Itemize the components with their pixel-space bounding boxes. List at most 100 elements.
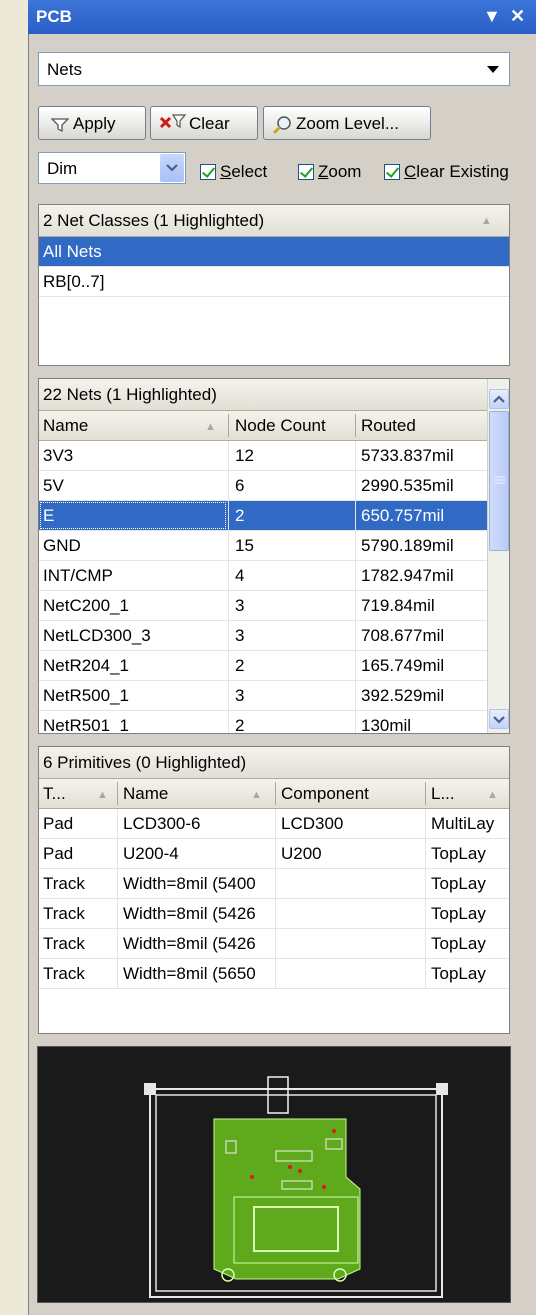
zoom-level-button[interactable]: Zoom Level... (263, 106, 431, 140)
table-row[interactable]: Track Width=8mil (5426 TopLay (39, 899, 509, 929)
table-row[interactable]: Track Width=8mil (5426 TopLay (39, 929, 509, 959)
column-component[interactable]: Component (281, 784, 369, 804)
mode-select-value: Nets (47, 60, 82, 79)
net-class-item[interactable]: RB[0..7] (39, 267, 509, 297)
net-class-label: All Nets (43, 242, 102, 261)
nets-column-header: Name ▲ Node Count Routed (39, 411, 487, 441)
select-checkbox-box[interactable] (200, 164, 216, 180)
table-row[interactable]: Track Width=8mil (5400 TopLay (39, 869, 509, 899)
primitives-table: 6 Primitives (0 Highlighted) T... ▲ Name… (38, 746, 510, 1034)
layer-cell: TopLay (431, 904, 486, 923)
nets-body: 3V3 12 5733.837mil 5V 6 2990.535mil E 2 650.757m… (39, 441, 487, 734)
net-name-cell: NetR500_1 (43, 686, 130, 705)
type-cell: Pad (43, 814, 74, 833)
zoom-checkbox-box[interactable] (298, 164, 314, 180)
node-count-cell: 3 (235, 596, 245, 615)
pcb-board-image (144, 1076, 448, 1298)
table-row[interactable]: NetR501_1 2 130mil (39, 711, 487, 734)
apply-button[interactable]: Apply (38, 106, 146, 140)
net-classes-header-text: 2 Net Classes (1 Highlighted) (43, 211, 265, 230)
node-count-cell: 15 (235, 536, 254, 555)
routed-cell: 650.757mil (361, 506, 445, 525)
column-node-count[interactable]: Node Count (235, 416, 326, 436)
primitive-name-cell: Width=8mil (5650 (123, 964, 256, 983)
nets-scrollbar[interactable] (487, 379, 509, 733)
type-cell: Track (43, 964, 85, 983)
column-routed[interactable]: Routed (361, 416, 416, 436)
primitive-name-cell: Width=8mil (5426 (123, 934, 256, 953)
table-row[interactable]: 3V3 12 5733.837mil (39, 441, 487, 471)
primitives-column-header: T... ▲ Name ▲ Component L... ▲ (39, 779, 509, 809)
scroll-up-button[interactable] (489, 389, 509, 409)
mask-mode-select[interactable]: Dim (38, 152, 186, 184)
primitives-header-text: 6 Primitives (0 Highlighted) (43, 753, 247, 772)
primitive-name-cell: Width=8mil (5400 (123, 874, 256, 893)
zoom-level-label: Zoom Level... (296, 114, 399, 133)
clear-existing-checkbox-label: Clear Existing (404, 162, 509, 181)
primitive-name-cell: Width=8mil (5426 (123, 904, 256, 923)
routed-cell: 392.529mil (361, 686, 445, 705)
table-row[interactable]: Pad LCD300-6 LCD300 MultiLay (39, 809, 509, 839)
table-row[interactable]: NetR500_1 3 392.529mil (39, 681, 487, 711)
table-row[interactable]: 5V 6 2990.535mil (39, 471, 487, 501)
net-name-cell: NetC200_1 (43, 596, 130, 615)
node-count-cell: 4 (235, 566, 245, 585)
nets-header-text: 22 Nets (1 Highlighted) (43, 385, 217, 404)
net-name-cell: 5V (43, 476, 64, 495)
clear-button[interactable]: Clear (150, 106, 258, 140)
net-class-label: RB[0..7] (43, 272, 105, 291)
layer-cell: TopLay (431, 874, 486, 893)
clear-filter-icon (159, 114, 187, 129)
component-cell: U200 (281, 844, 322, 863)
panel-menu-icon[interactable]: ▼ (483, 5, 501, 27)
table-row[interactable]: Track Width=8mil (5650 TopLay (39, 959, 509, 989)
mode-select[interactable]: Nets (38, 52, 510, 86)
clear-label: Clear (189, 114, 230, 133)
net-name-cell: 3V3 (43, 446, 74, 465)
sort-icon: ▲ (487, 789, 498, 801)
sort-icon: ▲ (251, 789, 262, 801)
sort-icon: ▲ (97, 789, 108, 801)
chevron-down-icon (166, 164, 178, 172)
routed-cell: 165.749mil (361, 656, 445, 675)
panel-title: PCB (36, 7, 72, 26)
routed-cell: 5790.189mil (361, 536, 454, 555)
table-row[interactable]: E 2 650.757mil (39, 501, 487, 531)
select-checkbox-label: Select (220, 162, 268, 181)
column-name[interactable]: Name (43, 416, 88, 436)
chevron-up-icon (493, 395, 505, 403)
scroll-down-button[interactable] (489, 709, 509, 729)
node-count-cell: 2 (235, 656, 245, 675)
column-layer[interactable]: L... (431, 784, 455, 804)
net-classes-list: 2 Net Classes (1 Highlighted) ▲ All Nets… (38, 204, 510, 366)
grip-icon (495, 476, 505, 484)
routed-cell: 130mil (361, 716, 412, 734)
net-class-item[interactable]: All Nets (39, 237, 509, 267)
mask-mode-dropdown-button[interactable] (160, 154, 184, 182)
column-type[interactable]: T... (43, 784, 66, 804)
table-row[interactable]: INT/CMP 4 1782.947mil (39, 561, 487, 591)
chevron-down-icon (493, 716, 505, 724)
close-icon[interactable]: ✕ (510, 5, 525, 27)
nets-table: 22 Nets (1 Highlighted) Name ▲ Node Coun… (38, 378, 510, 734)
node-count-cell: 3 (235, 626, 245, 645)
table-row[interactable]: NetR204_1 2 165.749mil (39, 651, 487, 681)
routed-cell: 2990.535mil (361, 476, 454, 495)
apply-label: Apply (73, 114, 116, 133)
table-row[interactable]: GND 15 5790.189mil (39, 531, 487, 561)
column-name[interactable]: Name (123, 784, 168, 804)
primitives-header: 6 Primitives (0 Highlighted) (39, 747, 509, 779)
primitive-name-cell: U200-4 (123, 844, 179, 863)
clear-existing-checkbox-box[interactable] (384, 164, 400, 180)
board-preview[interactable] (37, 1046, 511, 1303)
routed-cell: 719.84mil (361, 596, 435, 615)
scroll-thumb[interactable] (489, 411, 509, 551)
sort-icon: ▲ (205, 421, 216, 433)
sort-icon: ▲ (481, 215, 492, 227)
chevron-down-icon (487, 66, 499, 73)
table-row[interactable]: Pad U200-4 U200 TopLay (39, 839, 509, 869)
type-cell: Track (43, 934, 85, 953)
table-row[interactable]: NetC200_1 3 719.84mil (39, 591, 487, 621)
table-row[interactable]: NetLCD300_3 3 708.677mil (39, 621, 487, 651)
type-cell: Track (43, 904, 85, 923)
